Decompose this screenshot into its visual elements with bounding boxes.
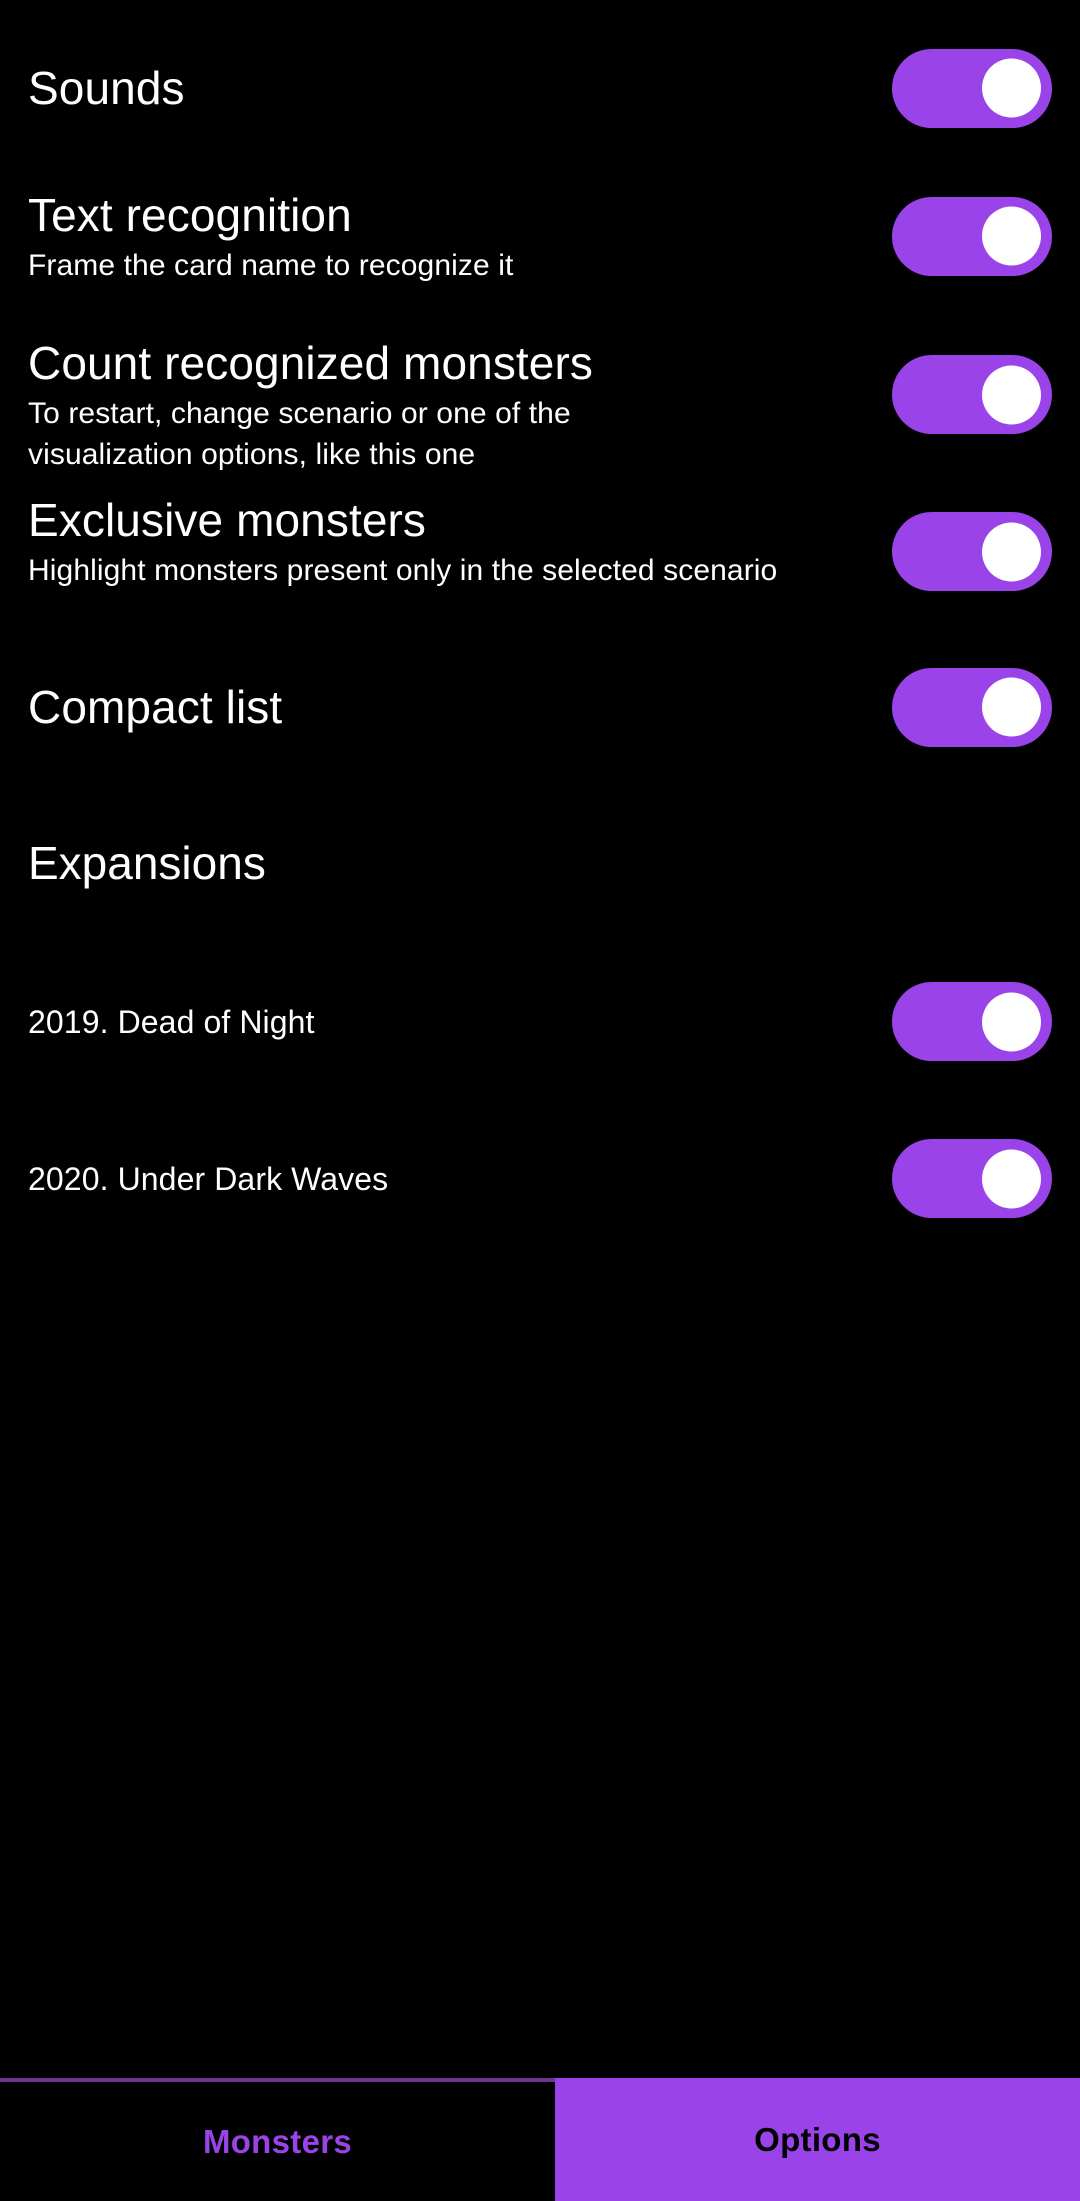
toggle-under-dark-waves[interactable] [892, 1139, 1052, 1218]
setting-subtitle-count-recognized-monsters: To restart, change scenario or one of th… [28, 397, 571, 471]
tab-monsters[interactable]: Monsters [0, 2078, 555, 2201]
options-screen: Sounds Text recognition Frame the card n… [0, 0, 1080, 2201]
toggle-sounds[interactable] [892, 48, 1052, 128]
setting-subtitle-text-recognition: Frame the card name to recognize it [28, 248, 514, 282]
setting-row-count-recognized-monsters[interactable]: Count recognized monsters To restart, ch… [0, 333, 1080, 471]
toggle-thumb-icon [982, 365, 1041, 424]
setting-title-sounds: Sounds [28, 62, 185, 114]
expansion-row-dead-of-night[interactable]: 2019. Dead of Night [0, 982, 1080, 1061]
tab-monsters-label: Monsters [202, 2122, 353, 2160]
toggle-thumb-icon [982, 522, 1041, 581]
setting-title-text-recognition: Text recognition [28, 188, 352, 241]
expansion-row-under-dark-waves[interactable]: 2020. Under Dark Waves [0, 1139, 1080, 1218]
setting-text-compact-list: Compact list [28, 679, 282, 735]
toggle-thumb-icon [982, 1149, 1041, 1208]
expansion-title-under-dark-waves: 2020. Under Dark Waves [28, 1160, 389, 1197]
setting-row-compact-list[interactable]: Compact list [0, 667, 1080, 747]
setting-title-exclusive-monsters: Exclusive monsters [28, 494, 427, 546]
setting-text-sounds: Sounds [28, 60, 185, 116]
section-header-expansions: Expansions [0, 834, 1080, 892]
toggle-count-recognized-monsters[interactable] [892, 355, 1052, 434]
setting-row-sounds[interactable]: Sounds [0, 48, 1080, 128]
toggle-thumb-icon [982, 992, 1041, 1051]
tab-options[interactable]: Options [555, 2078, 1080, 2201]
setting-title-count-recognized-monsters: Count recognized monsters [28, 337, 594, 389]
setting-row-exclusive-monsters[interactable]: Exclusive monsters Highlight monsters pr… [0, 490, 1080, 622]
toggle-exclusive-monsters[interactable] [892, 512, 1052, 591]
toggle-dead-of-night[interactable] [892, 982, 1052, 1061]
expansion-text-under-dark-waves: 2020. Under Dark Waves [28, 1159, 388, 1199]
settings-list[interactable]: Sounds Text recognition Frame the card n… [0, 0, 1080, 2078]
section-header-label: Expansions [28, 837, 266, 889]
setting-row-text-recognition[interactable]: Text recognition Frame the card name to … [0, 189, 1080, 282]
bottom-tab-bar: Monsters Options [0, 2078, 1080, 2201]
setting-subtitle-exclusive-monsters: Highlight monsters present only in the s… [28, 554, 778, 587]
toggle-text-recognition[interactable] [892, 196, 1052, 276]
tab-options-label: Options [754, 2120, 881, 2158]
toggle-thumb-icon [982, 58, 1041, 118]
setting-text-count-recognized-monsters: Count recognized monsters To restart, ch… [28, 335, 648, 475]
toggle-thumb-icon [982, 677, 1041, 737]
toggle-thumb-icon [982, 206, 1041, 266]
setting-text-exclusive-monsters: Exclusive monsters Highlight monsters pr… [28, 492, 777, 591]
setting-title-compact-list: Compact list [28, 681, 283, 733]
toggle-compact-list[interactable] [892, 667, 1052, 747]
setting-text-text-recognition: Text recognition Frame the card name to … [28, 187, 513, 286]
expansion-title-dead-of-night: 2019. Dead of Night [28, 1003, 315, 1040]
expansion-text-dead-of-night: 2019. Dead of Night [28, 1002, 315, 1042]
